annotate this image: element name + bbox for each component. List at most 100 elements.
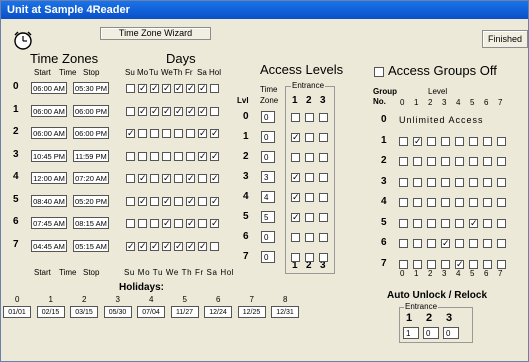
group-level-checkbox-5[interactable] [469, 177, 478, 187]
group-level-checkbox-3[interactable] [441, 259, 450, 269]
day-checkbox-we[interactable]: ✓ [162, 219, 171, 228]
stop-time-field[interactable]: 06:00 PM [73, 104, 109, 117]
holiday-date-field[interactable]: 07/04 [137, 306, 165, 318]
day-checkbox-su[interactable] [126, 196, 135, 206]
day-checkbox-su[interactable] [126, 151, 135, 161]
day-checkbox-th[interactable] [174, 196, 183, 206]
entrance-checkbox-1[interactable] [291, 253, 300, 262]
group-level-checkbox-1[interactable] [413, 259, 422, 269]
group-level-checkbox-3[interactable] [441, 198, 450, 207]
holiday-date-field[interactable]: 01/01 [3, 306, 31, 318]
entrance-checkbox-2[interactable] [305, 193, 314, 202]
entrance-checkbox-1[interactable]: ✓ [291, 213, 300, 222]
day-checkbox-sa[interactable] [198, 219, 207, 228]
group-level-checkbox-7[interactable] [497, 259, 506, 269]
day-checkbox-mo[interactable]: ✓ [138, 106, 147, 116]
day-checkbox-fr[interactable]: ✓ [186, 241, 195, 251]
holiday-date-field[interactable]: 11/27 [170, 306, 199, 318]
day-checkbox-tu[interactable] [150, 174, 159, 183]
entrance-checkbox-2[interactable] [305, 253, 314, 262]
day-checkbox-hol[interactable]: ✓ [210, 219, 219, 228]
entrance-checkbox-2[interactable] [305, 153, 314, 162]
group-level-checkbox-6[interactable] [483, 239, 492, 248]
day-checkbox-we[interactable]: ✓ [162, 84, 171, 93]
day-checkbox-sa[interactable] [198, 196, 207, 206]
day-checkbox-sa[interactable]: ✓ [198, 151, 207, 161]
time-zone-field[interactable]: 5 [261, 211, 275, 223]
holiday-date-field[interactable]: 03/15 [70, 306, 98, 318]
day-checkbox-hol[interactable] [210, 106, 219, 116]
group-level-checkbox-3[interactable] [441, 157, 450, 166]
time-zone-field[interactable]: 3 [261, 171, 275, 183]
group-level-checkbox-5[interactable] [469, 157, 478, 166]
group-level-checkbox-2[interactable] [427, 239, 436, 248]
group-level-checkbox-1[interactable] [413, 177, 422, 187]
time-zone-field[interactable]: 0 [261, 251, 275, 263]
day-checkbox-su[interactable] [126, 219, 135, 228]
day-checkbox-tu[interactable] [150, 219, 159, 228]
entrance-checkbox-1[interactable] [291, 153, 300, 162]
group-level-checkbox-4[interactable] [455, 239, 464, 248]
holiday-date-field[interactable]: 02/15 [36, 306, 65, 318]
auto-unlock-field-2[interactable]: 0 [423, 327, 439, 339]
start-time-field[interactable]: 06:00 AM [31, 82, 67, 94]
time-zone-field[interactable]: 0 [261, 151, 275, 163]
start-time-field[interactable]: 07:45 AM [31, 217, 67, 229]
day-checkbox-hol[interactable]: ✓ [210, 129, 219, 138]
day-checkbox-tu[interactable]: ✓ [150, 106, 159, 116]
auto-unlock-field-3[interactable]: 0 [443, 327, 459, 339]
day-checkbox-we[interactable] [162, 129, 171, 138]
day-checkbox-su[interactable] [126, 106, 135, 116]
entrance-checkbox-1[interactable]: ✓ [291, 173, 300, 182]
group-level-checkbox-3[interactable] [441, 136, 450, 146]
group-level-checkbox-7[interactable] [497, 177, 506, 187]
day-checkbox-fr[interactable]: ✓ [186, 219, 195, 228]
day-checkbox-hol[interactable] [210, 241, 219, 251]
day-checkbox-hol[interactable]: ✓ [210, 196, 219, 206]
stop-time-field[interactable]: 05:30 PM [73, 82, 109, 94]
day-checkbox-sa[interactable]: ✓ [198, 129, 207, 138]
stop-time-field[interactable]: 06:00 PM [73, 127, 109, 139]
time-zone-field[interactable]: 0 [261, 131, 275, 143]
day-checkbox-su[interactable] [126, 84, 135, 93]
day-checkbox-hol[interactable]: ✓ [210, 151, 219, 161]
day-checkbox-mo[interactable]: ✓ [138, 241, 147, 251]
access-groups-off-checkbox[interactable] [374, 67, 384, 77]
group-level-checkbox-6[interactable] [483, 198, 492, 207]
group-level-checkbox-3[interactable]: ✓ [441, 239, 450, 248]
entrance-checkbox-3[interactable] [319, 153, 328, 162]
group-level-checkbox-6[interactable] [483, 157, 492, 166]
day-checkbox-we[interactable]: ✓ [162, 241, 171, 251]
group-level-checkbox-0[interactable] [399, 136, 408, 146]
day-checkbox-hol[interactable]: ✓ [210, 174, 219, 183]
entrance-checkbox-2[interactable] [305, 233, 314, 242]
group-level-checkbox-3[interactable] [441, 218, 450, 228]
day-checkbox-sa[interactable]: ✓ [198, 84, 207, 93]
day-checkbox-fr[interactable] [186, 151, 195, 161]
time-zone-field[interactable]: 0 [261, 111, 275, 123]
group-level-checkbox-5[interactable] [469, 136, 478, 146]
entrance-checkbox-3[interactable] [319, 193, 328, 202]
group-level-checkbox-4[interactable]: ✓ [455, 259, 464, 269]
group-level-checkbox-4[interactable] [455, 177, 464, 187]
holiday-date-field[interactable]: 05/30 [103, 306, 132, 318]
group-level-checkbox-4[interactable] [455, 136, 464, 146]
group-level-checkbox-1[interactable] [413, 198, 422, 207]
group-level-checkbox-6[interactable] [483, 136, 492, 146]
group-level-checkbox-1[interactable] [413, 157, 422, 166]
day-checkbox-tu[interactable] [150, 151, 159, 161]
stop-time-field[interactable]: 08:15 AM [73, 217, 109, 229]
day-checkbox-tu[interactable]: ✓ [150, 241, 159, 251]
entrance-checkbox-1[interactable]: ✓ [291, 193, 300, 202]
day-checkbox-sa[interactable] [198, 174, 207, 183]
group-level-checkbox-0[interactable] [399, 177, 408, 187]
day-checkbox-th[interactable] [174, 129, 183, 138]
day-checkbox-sa[interactable]: ✓ [198, 106, 207, 116]
entrance-checkbox-3[interactable] [319, 253, 328, 262]
group-level-checkbox-0[interactable] [399, 198, 408, 207]
day-checkbox-hol[interactable] [210, 84, 219, 93]
day-checkbox-su[interactable] [126, 174, 135, 183]
group-level-checkbox-0[interactable] [399, 157, 408, 166]
day-checkbox-fr[interactable]: ✓ [186, 106, 195, 116]
time-zone-wizard-button[interactable]: Time Zone Wizard [100, 27, 211, 40]
